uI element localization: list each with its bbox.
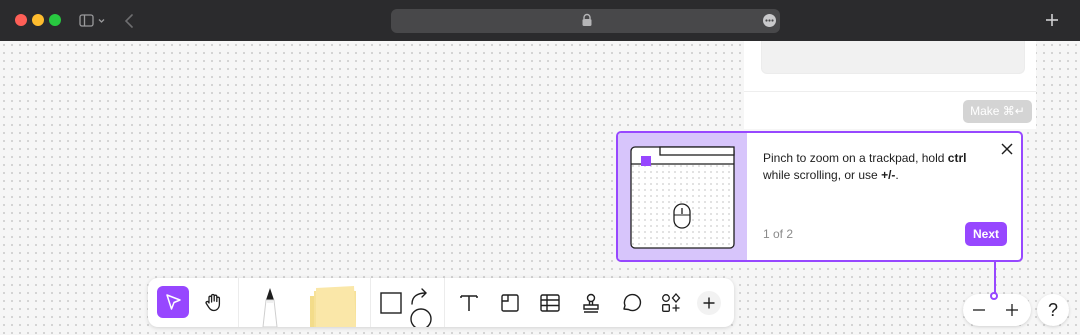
tip-text: Pinch to zoom on a trackpad, hold ctrl w… — [763, 151, 967, 182]
close-window-button[interactable] — [15, 14, 27, 26]
make-button[interactable]: Make ⌘↵ — [963, 100, 1032, 123]
more-tools-button[interactable] — [696, 290, 722, 316]
creation-toolbar — [148, 278, 734, 327]
select-tool-button[interactable] — [157, 286, 189, 318]
divider — [744, 91, 1036, 92]
toolbar-divider — [370, 278, 371, 327]
plus-icon — [697, 291, 721, 315]
sidebar-toggle-button[interactable] — [79, 13, 105, 29]
back-icon — [124, 14, 133, 28]
tip-pointer-line — [994, 262, 996, 294]
more-icon — [765, 19, 774, 22]
toolbar-divider — [444, 278, 445, 327]
zoom-in-button[interactable] — [1005, 303, 1019, 317]
minus-icon — [973, 309, 985, 311]
tip-pointer-dot — [990, 292, 998, 300]
sticky-note-tool-button[interactable] — [304, 286, 362, 327]
tip-step-counter: 1 of 2 — [763, 227, 794, 241]
plus-icon — [1046, 14, 1058, 26]
shapes-icon — [380, 288, 432, 327]
zoom-window-button[interactable] — [49, 14, 61, 26]
cursor-arrow-icon — [166, 294, 181, 310]
close-tip-button[interactable] — [1000, 142, 1014, 156]
sticky-note-icon — [310, 286, 356, 327]
address-bar[interactable] — [391, 9, 780, 33]
toolbar-divider — [238, 278, 239, 327]
text-icon — [460, 295, 478, 311]
prompt-input[interactable] — [761, 41, 1025, 74]
pen-icon — [262, 288, 278, 327]
close-icon — [1001, 143, 1013, 155]
help-button[interactable]: ? — [1037, 294, 1069, 326]
table-icon — [540, 294, 560, 312]
stamp-tool-button[interactable] — [578, 290, 604, 316]
comment-icon — [623, 293, 642, 312]
next-button[interactable]: Next — [965, 222, 1007, 246]
chevron-down-icon — [98, 19, 105, 23]
ai-prompt-panel: Make ⌘↵ — [744, 41, 1036, 129]
widgets-icon — [662, 293, 681, 312]
sidebar-icon — [79, 14, 105, 27]
lock-icon — [582, 13, 592, 26]
shapes-tool-button[interactable] — [378, 288, 434, 327]
hand-tool-button[interactable] — [198, 286, 230, 318]
page-options-button[interactable] — [763, 14, 776, 27]
zoom-tip-card: Pinch to zoom on a trackpad, hold ctrl w… — [616, 131, 1023, 262]
minimize-window-button[interactable] — [32, 14, 44, 26]
pen-tool-button[interactable] — [252, 284, 288, 327]
new-tab-button[interactable] — [1044, 11, 1060, 29]
hand-icon — [205, 293, 221, 312]
text-tool-button[interactable] — [456, 290, 482, 316]
plus-icon — [1006, 304, 1018, 316]
back-button[interactable] — [122, 12, 136, 30]
section-icon — [501, 294, 519, 312]
browser-titlebar — [0, 0, 1080, 41]
widgets-tool-button[interactable] — [658, 290, 684, 316]
zoom-out-button[interactable] — [972, 303, 986, 317]
zoom-illustration — [618, 133, 747, 260]
table-tool-button[interactable] — [537, 290, 563, 316]
comment-tool-button[interactable] — [618, 290, 644, 316]
stamp-icon — [583, 293, 599, 313]
zoom-controls — [963, 294, 1031, 326]
section-tool-button[interactable] — [497, 290, 523, 316]
